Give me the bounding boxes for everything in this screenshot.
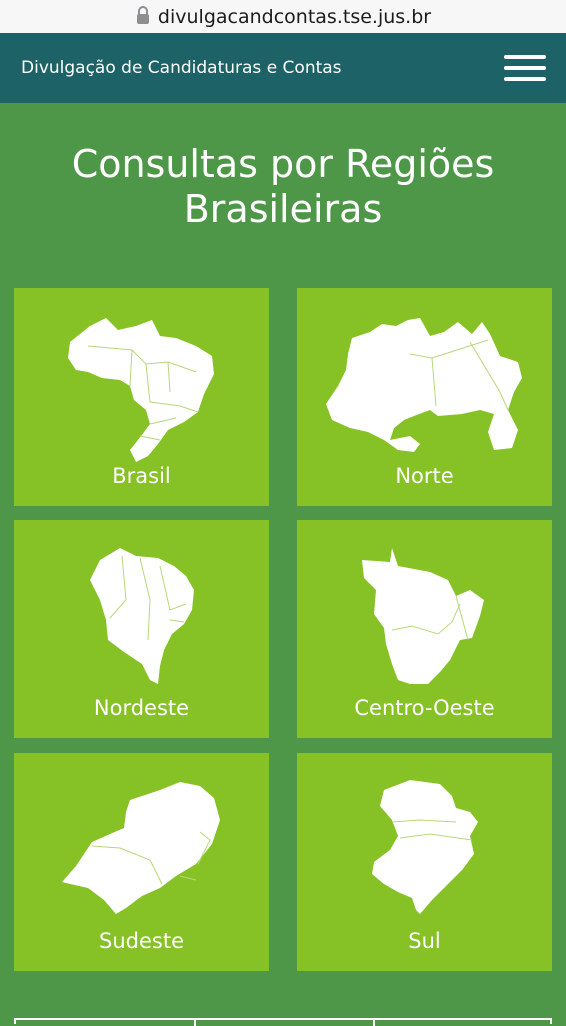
site-title[interactable]: Divulgação de Candidaturas e Contas — [21, 58, 342, 78]
lock-icon — [136, 5, 149, 24]
region-label: Sul — [408, 929, 441, 953]
region-tile-norte[interactable]: Norte — [297, 288, 552, 506]
site-header: Divulgação de Candidaturas e Contas — [0, 33, 566, 103]
region-label: Brasil — [112, 464, 171, 488]
region-tile-sul[interactable]: Sul — [297, 753, 552, 971]
hamburger-menu-icon[interactable] — [504, 55, 546, 81]
region-label: Centro-Oeste — [354, 696, 495, 720]
page-title: Consultas por Regiões Brasileiras — [71, 142, 495, 231]
browser-url-bar[interactable]: divulgacandcontas.tse.jus.br — [0, 0, 566, 33]
region-tile-nordeste[interactable]: Nordeste — [14, 520, 269, 738]
bottom-table-edge — [14, 1018, 552, 1026]
region-tile-centro-oeste[interactable]: Centro-Oeste — [297, 520, 552, 738]
region-label: Nordeste — [93, 696, 190, 720]
region-label: Norte — [395, 464, 454, 488]
region-tile-brasil[interactable]: Brasil — [14, 288, 269, 506]
region-tile-sudeste[interactable]: Sudeste — [14, 753, 269, 971]
region-label: Sudeste — [99, 929, 184, 953]
browser-url-text: divulgacandcontas.tse.jus.br — [157, 5, 432, 28]
